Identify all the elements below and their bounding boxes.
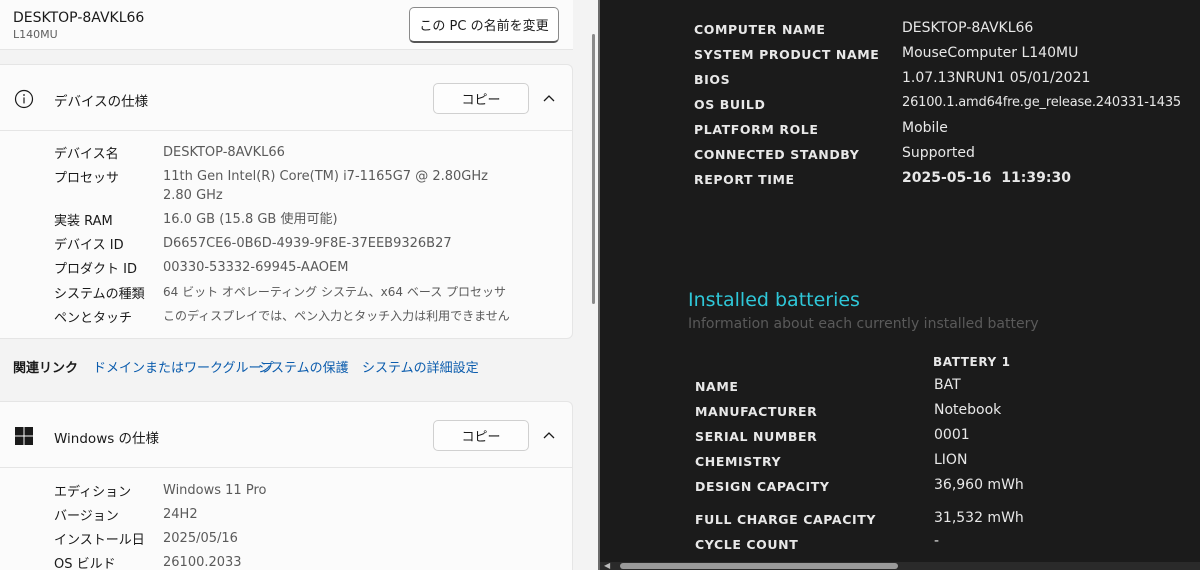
bat-key-chemistry: CHEMISTRY xyxy=(695,454,782,469)
spec-value: 24H2 xyxy=(163,507,198,522)
related-links-title: 関連リンク xyxy=(13,361,79,376)
bat-key-cycle-count: CYCLE COUNT xyxy=(695,537,799,552)
pc-name-card: DESKTOP-8AVKL66 L140MU この PC の名前を変更 xyxy=(0,0,573,50)
windows-spec-header[interactable]: Windows の仕様 コピー xyxy=(0,402,573,468)
bat-val-chemistry: LION xyxy=(934,452,968,468)
spec-value: Windows 11 Pro xyxy=(163,483,267,498)
bat-key-manufacturer: MANUFACTURER xyxy=(695,404,818,419)
spec-value: 00330-53332-69945-AAOEM xyxy=(163,260,349,275)
spec-value: 2025/05/16 xyxy=(163,531,238,546)
scroll-left-arrow-icon[interactable]: ◀ xyxy=(604,562,610,570)
installed-batteries-subtitle: Information about each currently install… xyxy=(688,316,1039,332)
info-icon xyxy=(14,89,34,109)
spec-value: 11th Gen Intel(R) Core(TM) i7-1165G7 @ 2… xyxy=(163,169,488,203)
bat-key-serial: SERIAL NUMBER xyxy=(695,429,818,444)
sys-val-platform-role: Mobile xyxy=(902,120,948,136)
spec-value: 26100.2033 xyxy=(163,555,242,570)
spec-label: OS ビルド xyxy=(54,557,116,570)
sys-val-product-name: MouseComputer L140MU xyxy=(902,45,1079,61)
windows-spec-title: Windows の仕様 xyxy=(54,431,160,447)
pc-model: L140MU xyxy=(13,28,58,41)
spec-value: このディスプレイでは、ペン入力とタッチ入力は利用できません xyxy=(163,309,510,323)
bat-val-manufacturer: Notebook xyxy=(934,402,1002,418)
chevron-up-icon[interactable] xyxy=(540,427,558,445)
link-advanced-system-settings[interactable]: システムの詳細設定 xyxy=(362,357,479,376)
sys-key-platform-role: PLATFORM ROLE xyxy=(694,122,819,137)
related-links-bar: 関連リンク ドメインまたはワークグループ システムの保護 システムの詳細設定 xyxy=(0,340,573,392)
windows-logo-icon xyxy=(14,426,34,446)
bat-val-cycle-count: - xyxy=(934,533,940,549)
sys-val-connected-standby: Supported xyxy=(902,145,975,161)
spec-value: 64 ビット オペレーティング システム、x64 ベース プロセッサ xyxy=(163,285,507,299)
bat-val-design-capacity: 36,960 mWh xyxy=(934,477,1024,493)
sys-val-bios: 1.07.13NRUN1 05/01/2021 xyxy=(902,70,1091,86)
bat-key-design-capacity: DESIGN CAPACITY xyxy=(695,479,830,494)
installed-batteries-heading: Installed batteries xyxy=(688,289,860,311)
spec-label: プロセッサ xyxy=(54,171,120,186)
spec-value: 16.0 GB (15.8 GB 使用可能) xyxy=(163,212,338,227)
bat-key-name: NAME xyxy=(695,379,739,394)
spec-label: インストール日 xyxy=(54,533,145,548)
link-system-protection[interactable]: システムの保護 xyxy=(258,357,349,376)
horizontal-scrollbar-thumb[interactable] xyxy=(620,563,898,569)
sys-key-report-time: REPORT TIME xyxy=(694,172,795,187)
spec-label: プロダクト ID xyxy=(54,262,137,277)
spec-label: エディション xyxy=(54,485,132,500)
horizontal-scrollbar[interactable]: ◀ xyxy=(600,562,1200,570)
spec-label: ペンとタッチ xyxy=(54,311,133,326)
sys-val-report-time: 2025-05-16 11:39:30 xyxy=(902,170,1071,186)
device-spec-card: デバイスの仕様 コピー デバイス名 DESKTOP-8AVKL66 プロセッサ … xyxy=(0,64,573,339)
sys-val-computer-name: DESKTOP-8AVKL66 xyxy=(902,20,1034,36)
spec-label: デバイス ID xyxy=(54,238,124,253)
sys-key-product-name: SYSTEM PRODUCT NAME xyxy=(694,47,880,62)
sys-key-os-build: OS BUILD xyxy=(694,97,766,112)
spec-value: D6657CE6-0B6D-4939-9F8E-37EEB9326B27 xyxy=(163,236,452,251)
spec-label: システムの種類 xyxy=(54,287,145,302)
device-spec-header[interactable]: デバイスの仕様 コピー xyxy=(0,65,573,131)
spec-label: バージョン xyxy=(54,509,119,524)
battery-report-pane: COMPUTER NAME DESKTOP-8AVKL66 SYSTEM PRO… xyxy=(600,0,1200,570)
device-spec-copy-button[interactable]: コピー xyxy=(433,83,529,114)
bat-key-full-charge-capacity: FULL CHARGE CAPACITY xyxy=(695,512,876,527)
sys-key-computer-name: COMPUTER NAME xyxy=(694,22,826,37)
spec-label: デバイス名 xyxy=(54,147,119,162)
bat-val-name: BAT xyxy=(934,377,961,393)
link-domain-workgroup[interactable]: ドメインまたはワークグループ xyxy=(93,357,274,376)
windows-spec-card: Windows の仕様 コピー エディション Windows 11 Pro バー… xyxy=(0,401,573,570)
windows-spec-copy-button[interactable]: コピー xyxy=(433,420,529,451)
rename-pc-button[interactable]: この PC の名前を変更 xyxy=(409,7,559,43)
pc-name: DESKTOP-8AVKL66 xyxy=(13,10,145,26)
bat-val-serial: 0001 xyxy=(934,427,970,443)
battery-column-header: BATTERY 1 xyxy=(933,355,1011,369)
chevron-up-icon[interactable] xyxy=(540,90,558,108)
bat-val-full-charge-capacity: 31,532 mWh xyxy=(934,510,1024,526)
settings-about-pane: DESKTOP-8AVKL66 L140MU この PC の名前を変更 デバイス… xyxy=(0,0,598,570)
sys-key-bios: BIOS xyxy=(694,72,731,87)
device-spec-title: デバイスの仕様 xyxy=(54,94,149,110)
spec-value: DESKTOP-8AVKL66 xyxy=(163,145,285,160)
vertical-scrollbar[interactable] xyxy=(592,34,595,304)
spec-label: 実装 RAM xyxy=(54,214,113,229)
sys-key-connected-standby: CONNECTED STANDBY xyxy=(694,147,860,162)
sys-val-os-build: 26100.1.amd64fre.ge_release.240331-1435 xyxy=(902,95,1181,110)
